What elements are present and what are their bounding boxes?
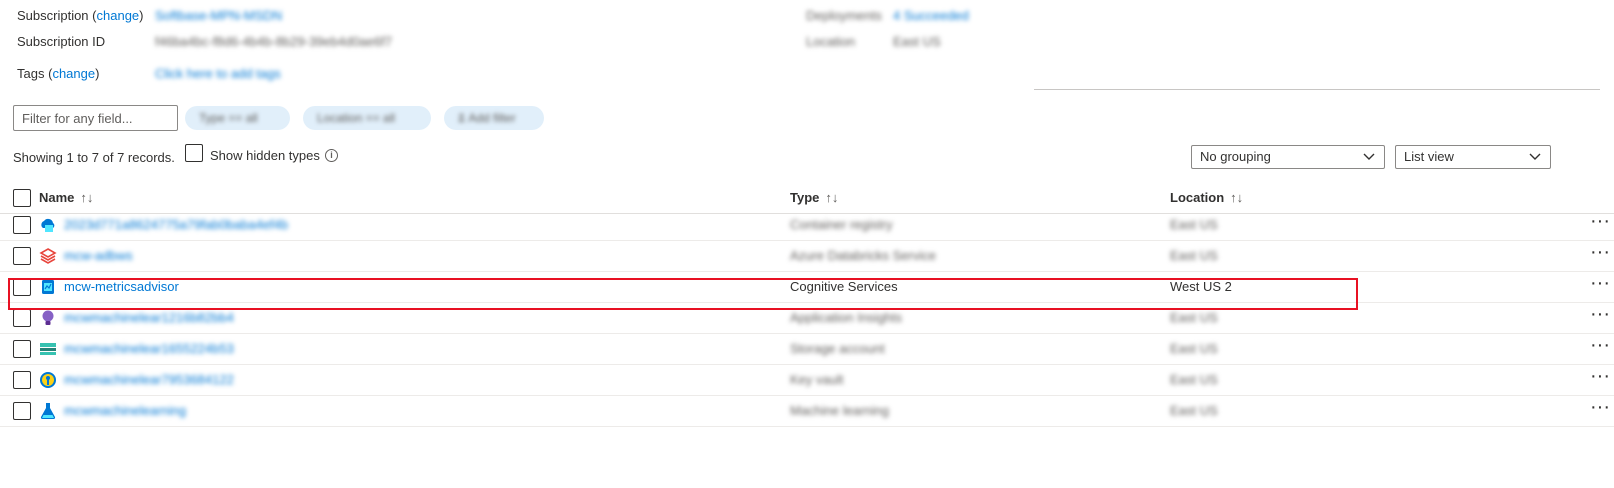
storage-account-icon (40, 343, 56, 355)
essentials-divider (1034, 89, 1600, 90)
resource-location: East US (1170, 217, 1218, 232)
table-row[interactable]: mcwmachinelear1216b82bb4 Application Ins… (0, 302, 1614, 334)
location-column-header[interactable]: Location ↑↓ (1170, 188, 1243, 208)
info-icon[interactable]: i (325, 149, 338, 162)
subscription-label: Subscription (17, 8, 89, 23)
tags-change-link[interactable]: change (52, 66, 95, 81)
more-icon[interactable]: ··· (1590, 397, 1610, 417)
row-checkbox[interactable] (13, 247, 31, 265)
resource-name-link[interactable]: mcw-adbws (64, 246, 133, 266)
row-checkbox[interactable] (13, 216, 31, 234)
cognitive-services-icon (42, 280, 54, 294)
row-checkbox[interactable] (13, 371, 31, 389)
more-icon[interactable]: ··· (1590, 304, 1610, 324)
resource-type: Cognitive Services (790, 279, 898, 294)
table-row[interactable]: 2023d771a8624775a79fab0baba4ef4b Contain… (0, 209, 1614, 241)
view-value: List view (1404, 149, 1454, 164)
add-filter-button[interactable]: ⩲ Add filter (444, 106, 544, 130)
more-icon[interactable]: ··· (1590, 335, 1610, 355)
grouping-value: No grouping (1200, 149, 1271, 164)
resource-name-link[interactable]: 2023d771a8624775a79fab0baba4ef4b (64, 215, 288, 235)
type-filter-pill[interactable]: Type == all (185, 106, 290, 130)
resource-name-link[interactable]: mcwmachinelearning (64, 401, 186, 421)
resource-location: East US (1170, 341, 1218, 356)
container-registry-icon (41, 218, 55, 232)
app-insights-icon (42, 310, 54, 325)
table-row[interactable]: mcw-adbws Azure Databricks Service East … (0, 240, 1614, 272)
location-filter-pill[interactable]: Location == all (303, 106, 431, 130)
chevron-down-icon (1529, 153, 1541, 160)
row-checkbox[interactable] (13, 309, 31, 327)
view-dropdown[interactable]: List view (1395, 145, 1551, 169)
subscription-id-value: f46ba4bc-f8d6-4b4b-8b29-39eb4d0ae6f7 (155, 34, 393, 49)
resource-name-link[interactable]: mcwmachinelear1655224b53 (64, 339, 234, 359)
resource-type: Azure Databricks Service (790, 248, 936, 263)
sort-icon: ↑↓ (1230, 190, 1244, 205)
table-row[interactable]: mcwmachinelear1655224b53 Storage account… (0, 333, 1614, 365)
resource-name-link[interactable]: mcwmachinelear7953684122 (64, 370, 234, 390)
subscription-id-label: Subscription ID (17, 34, 106, 49)
sort-icon: ↑↓ (825, 190, 839, 205)
machine-learning-icon (40, 403, 56, 419)
resource-name-link[interactable]: mcw-metricsadvisor (64, 277, 179, 297)
name-column-header[interactable]: Name ↑↓ (39, 188, 93, 208)
tags-label: Tags (17, 66, 45, 81)
tags-add-link[interactable]: Click here to add tags (155, 64, 281, 84)
row-checkbox[interactable] (13, 340, 31, 358)
more-icon[interactable]: ··· (1590, 366, 1610, 386)
row-checkbox[interactable] (13, 402, 31, 420)
show-hidden-label: Show hidden types (210, 148, 320, 163)
type-column-header[interactable]: Type ↑↓ (790, 188, 838, 208)
filter-input[interactable] (13, 105, 178, 131)
resource-location: East US (1170, 403, 1218, 418)
resource-type: Container registry (790, 217, 893, 232)
resource-name-link[interactable]: mcwmachinelear1216b82bb4 (64, 308, 234, 328)
resource-location: East US (1170, 372, 1218, 387)
essentials-panel: Subscription (change) Softbase-MPN-MSDN … (0, 0, 1600, 92)
deployments-label: Deployments (806, 8, 882, 23)
resource-location: East US (1170, 248, 1218, 263)
subscription-change-link[interactable]: change (97, 8, 140, 23)
subscription-label-row: Subscription (change) (17, 8, 144, 23)
select-all-checkbox[interactable] (13, 189, 31, 207)
resource-location: East US (1170, 310, 1218, 325)
resource-type: Key vault (790, 372, 844, 387)
row-checkbox[interactable] (13, 278, 31, 296)
resource-location: West US 2 (1170, 279, 1232, 294)
location-value: East US (893, 34, 941, 49)
chevron-down-icon (1363, 153, 1375, 160)
key-vault-icon (40, 372, 56, 388)
subscription-value-link[interactable]: Softbase-MPN-MSDN (155, 6, 282, 26)
more-icon[interactable]: ··· (1590, 211, 1610, 231)
resource-type: Storage account (790, 341, 885, 356)
table-row-selected[interactable]: mcw-metricsadvisor Cognitive Services We… (0, 271, 1614, 303)
records-count: Showing 1 to 7 of 7 records. (13, 150, 175, 165)
more-icon[interactable]: ··· (1590, 273, 1610, 293)
more-icon[interactable]: ··· (1590, 242, 1610, 262)
grouping-dropdown[interactable]: No grouping (1191, 145, 1385, 169)
table-row[interactable]: mcwmachinelear7953684122 Key vault East … (0, 364, 1614, 396)
databricks-icon (39, 248, 57, 264)
location-label: Location (806, 34, 856, 49)
show-hidden-checkbox[interactable] (185, 144, 203, 162)
deployments-value-link[interactable]: 4 Succeeded (893, 6, 969, 26)
resource-type: Machine learning (790, 403, 890, 418)
resource-type: Application Insights (790, 310, 903, 325)
sort-icon: ↑↓ (80, 190, 94, 205)
table-row[interactable]: mcwmachinelearning Machine learning East… (0, 395, 1614, 427)
filter-plus-icon: ⩲ (458, 111, 466, 125)
tags-label-row: Tags (change) (17, 66, 100, 81)
